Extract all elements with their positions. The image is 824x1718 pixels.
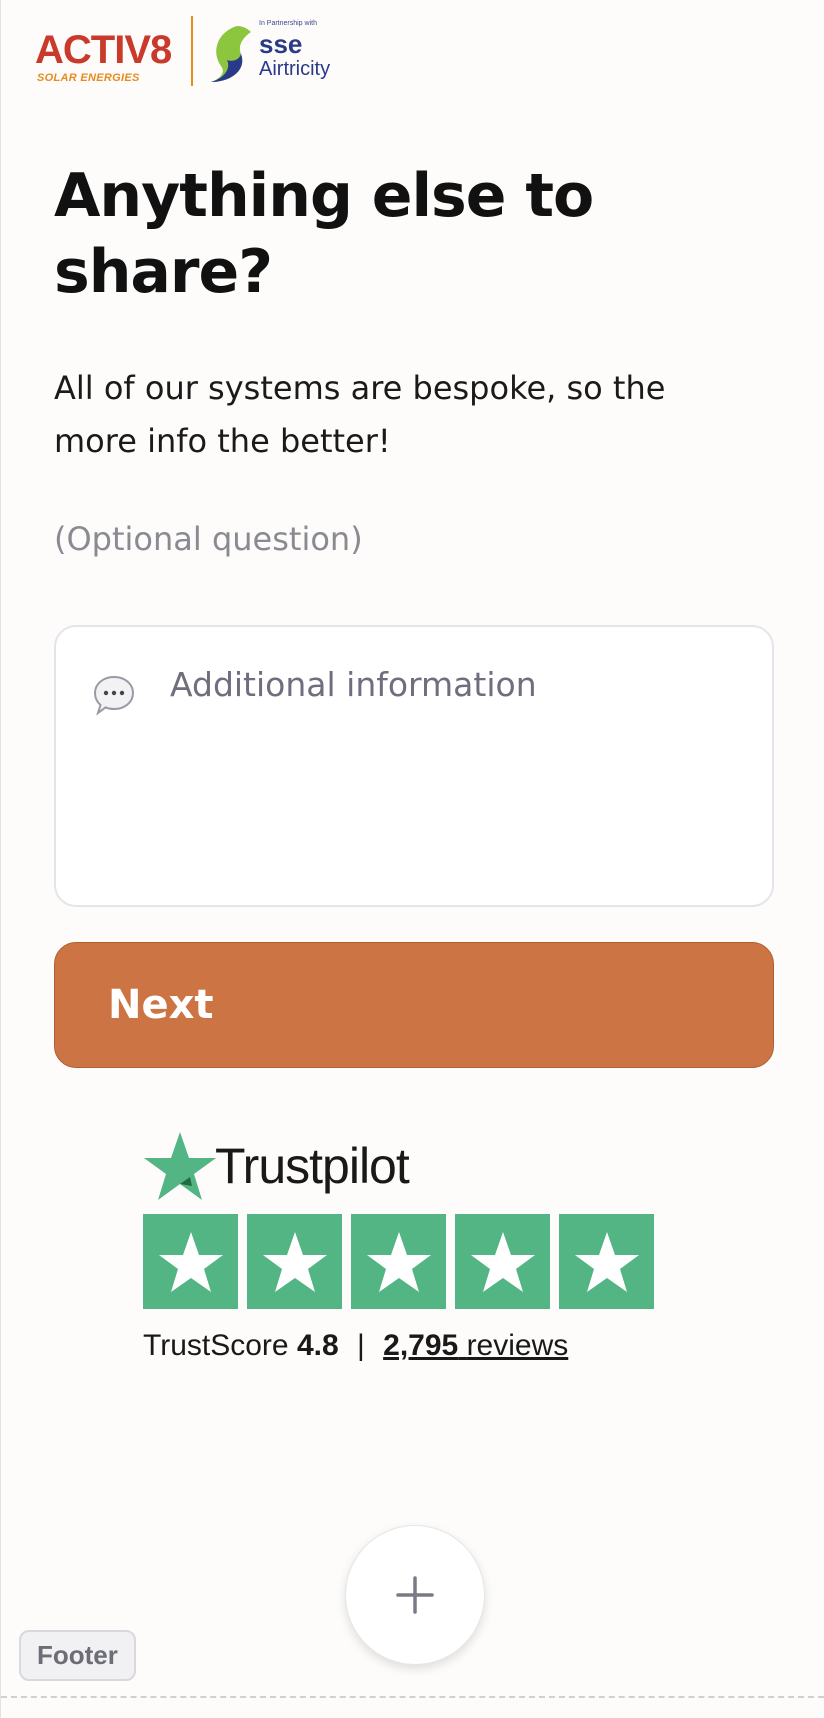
activ8-logo-text: ACTIV8 xyxy=(35,28,172,72)
reviews-label: reviews xyxy=(466,1329,569,1362)
trustscore-line: TrustScore 4.8 | 2,795 reviews xyxy=(143,1329,683,1363)
question-subtitle: All of our systems are bespoke, so the m… xyxy=(54,369,666,460)
activ8-logo-tagline: SOLAR ENERGIES xyxy=(37,72,140,84)
trustpilot-rating-stars xyxy=(143,1214,683,1309)
rating-star-1 xyxy=(143,1214,238,1309)
star-icon xyxy=(158,1231,223,1292)
sse-airtricity-logo: In Partnership with sse Airtricity xyxy=(207,14,357,88)
survey-page: ACTIV8 SOLAR ENERGIES In Partnership wit… xyxy=(0,0,824,1718)
trustscore-separator: | xyxy=(357,1329,365,1362)
reviews-link[interactable]: 2,795 reviews xyxy=(383,1329,568,1362)
star-icon xyxy=(262,1231,327,1292)
partner-prefix: In Partnership with xyxy=(259,20,317,27)
trustpilot-star-icon xyxy=(144,1132,216,1200)
trustscore-label: TrustScore xyxy=(143,1329,289,1362)
plus-icon xyxy=(396,1576,434,1614)
speech-bubble-icon xyxy=(93,675,135,716)
sse-swirl-icon xyxy=(211,26,251,82)
star-icon xyxy=(574,1231,639,1292)
activ8-logo: ACTIV8 SOLAR ENERGIES xyxy=(35,14,187,88)
trustscore-value: 4.8 xyxy=(296,1329,339,1362)
star-icon xyxy=(366,1231,431,1292)
next-button[interactable]: Next xyxy=(54,942,774,1068)
optional-note: (Optional question) xyxy=(54,520,363,558)
rating-star-4 xyxy=(455,1214,550,1309)
logo-divider xyxy=(191,16,193,86)
rating-star-2 xyxy=(247,1214,342,1309)
trustpilot-widget[interactable]: Trustpilot TrustScore 4.8 | 2,795 review… xyxy=(143,1130,683,1363)
partner-sub: Airtricity xyxy=(259,58,331,80)
rating-star-5 xyxy=(559,1214,654,1309)
partner-name: sse xyxy=(259,29,303,59)
reviews-count: 2,795 xyxy=(383,1329,459,1362)
footer-section-tag[interactable]: Footer xyxy=(19,1630,136,1681)
additional-info-field[interactable] xyxy=(54,625,774,907)
star-icon xyxy=(470,1231,535,1292)
rating-star-3 xyxy=(351,1214,446,1309)
trustpilot-logo-text: Trustpilot xyxy=(215,1138,410,1194)
question-title: Anything else to share? xyxy=(54,161,594,307)
additional-info-textarea[interactable] xyxy=(170,665,740,865)
trustpilot-logo: Trustpilot xyxy=(143,1130,683,1202)
brand-header: ACTIV8 SOLAR ENERGIES In Partnership wit… xyxy=(35,14,357,88)
footer-boundary-line xyxy=(1,1696,824,1698)
add-section-button[interactable] xyxy=(345,1525,485,1665)
